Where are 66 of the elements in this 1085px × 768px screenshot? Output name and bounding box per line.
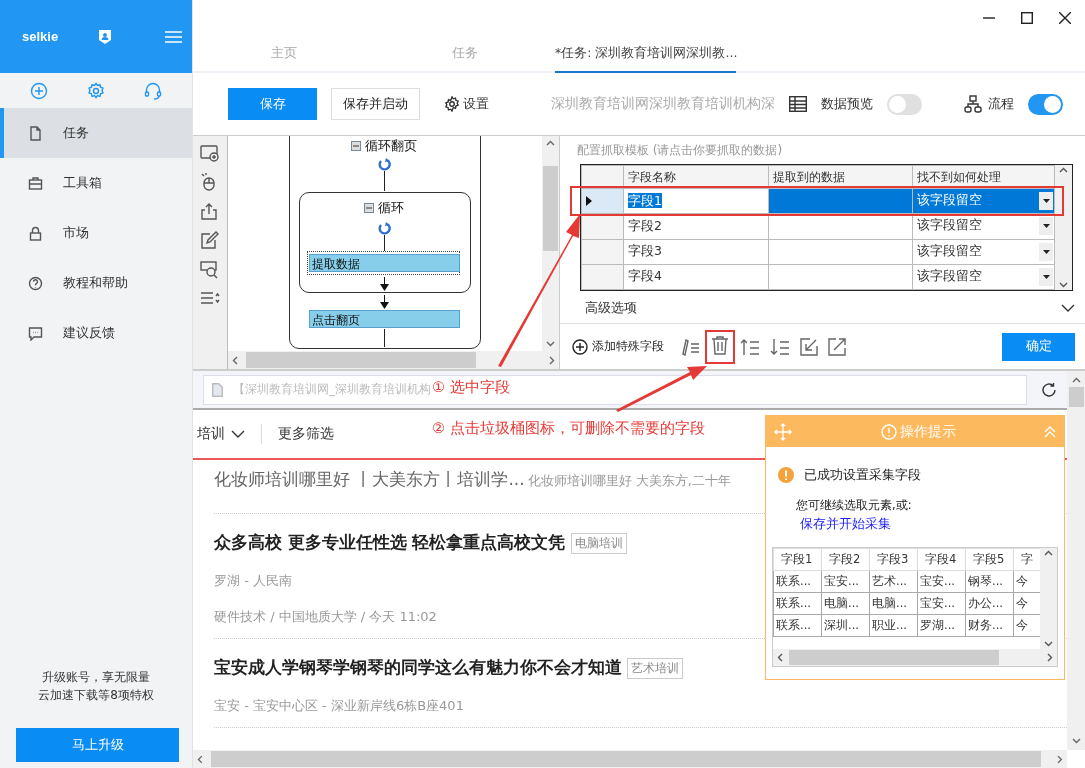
flow-step[interactable]: 点击翻页	[309, 310, 460, 328]
hint-text: 您可继续选取元素,或:	[796, 498, 913, 513]
listing-detail: 罗湖 - 人民南	[214, 572, 292, 590]
column-header: 字段4	[917, 548, 966, 571]
column-header: 字段3	[869, 548, 918, 571]
table-cell: 电脑...	[821, 592, 870, 615]
column-header: 字段1	[773, 548, 822, 571]
listing-title[interactable]: 宝安成人学钢琴学钢琴的同学这么有魅力你不会才知道	[214, 657, 622, 679]
toggle-label: 流程	[988, 95, 1014, 113]
more-filters-link[interactable]: 更多筛选	[278, 425, 334, 443]
panel-title: 配置抓取模板 (请点击你要抓取的数据)	[576, 142, 784, 159]
column-header: 字	[1013, 548, 1040, 571]
table-cell: 职业...	[869, 614, 918, 637]
column-header: 找不到如何处理	[912, 165, 1055, 189]
nav-item[interactable]: 教程和帮助	[0, 258, 192, 308]
category-dropdown[interactable]: 培训	[197, 425, 245, 443]
table-cell: 联系...	[773, 570, 822, 593]
table-cell: 联系...	[773, 614, 822, 637]
flow-step[interactable]: 提取数据	[309, 254, 460, 272]
column-header: 字段5	[965, 548, 1014, 571]
column-header: 字段名称	[623, 165, 769, 189]
nav-item[interactable]: 市场	[0, 208, 192, 258]
table-cell: 电脑...	[869, 592, 918, 615]
add-field-button[interactable]: 添加特殊字段	[572, 338, 664, 355]
table-cell: 办公...	[965, 592, 1014, 615]
success-message: 已成功设置采集字段	[804, 466, 921, 484]
task-title: 深圳教育培训网深圳教育培训机构深	[551, 95, 775, 113]
loop-label: 循环翻页	[351, 137, 417, 155]
annotation-text: ① 选中字段	[432, 378, 510, 397]
nav-item[interactable]: 任务	[0, 108, 192, 158]
panel-title: 操作提示	[880, 422, 956, 441]
save-and-collect-link[interactable]: 保存并开始采集	[800, 516, 891, 531]
listing-title[interactable]: 化妆师培训哪里好 丨大美东方丨培训学...	[214, 468, 525, 491]
settings-button[interactable]: 设置	[444, 95, 489, 113]
table-cell: 钢琴...	[965, 570, 1014, 593]
column-header: 提取到的数据	[768, 165, 913, 189]
listing-detail: 硬件技术 / 中国地质大学 / 今天 11:02	[214, 608, 437, 626]
annotation-text: ② 点击垃圾桶图标，可删除不需要的字段	[432, 419, 705, 438]
app-name: selkie	[22, 29, 59, 44]
listing-title[interactable]: 众多高校 更多专业任性选 轻松拿重点高校文凭	[214, 532, 566, 554]
table-cell: 罗湖...	[917, 614, 966, 637]
table-cell[interactable]: 字段4	[628, 268, 662, 284]
table-cell: 联系...	[773, 592, 822, 615]
listing-detail: 宝安 - 宝安中心区 - 深业新岸线6栋B座401	[214, 697, 464, 715]
category-tag: 艺术培训	[627, 657, 683, 679]
nav-item[interactable]: 建议反馈	[0, 308, 192, 358]
category-tag: 电脑培训	[570, 532, 627, 554]
section-label[interactable]: 高级选项	[585, 299, 637, 317]
table-cell[interactable]: 字段2	[628, 217, 662, 233]
table-cell: 深圳...	[821, 614, 870, 637]
nav-item[interactable]: 工具箱	[0, 158, 192, 208]
loop-label: 循环	[364, 199, 404, 217]
tab[interactable]: *任务: 深圳教育培训网深圳教...	[555, 35, 736, 73]
table-cell: 宝安...	[917, 592, 966, 615]
table-cell[interactable]: 字段3	[628, 243, 662, 259]
column-header: 字段2	[821, 548, 870, 571]
save-and-start-button[interactable]: 保存并启动	[331, 88, 420, 120]
table-cell: 财务...	[965, 614, 1014, 637]
table-cell: 艺术...	[869, 570, 918, 593]
table-cell: 宝安...	[917, 570, 966, 593]
listing-description: 化妆师培训哪里好 大美东方,二十年	[527, 472, 731, 490]
promo-text: 云加速下载等8项特权	[37, 687, 155, 704]
table-cell[interactable]: 字段1	[628, 192, 662, 208]
toggle-label: 数据预览	[821, 95, 873, 113]
promo-text: 升级账号，享无限量	[41, 669, 151, 686]
table-cell: 宝安...	[821, 570, 870, 593]
